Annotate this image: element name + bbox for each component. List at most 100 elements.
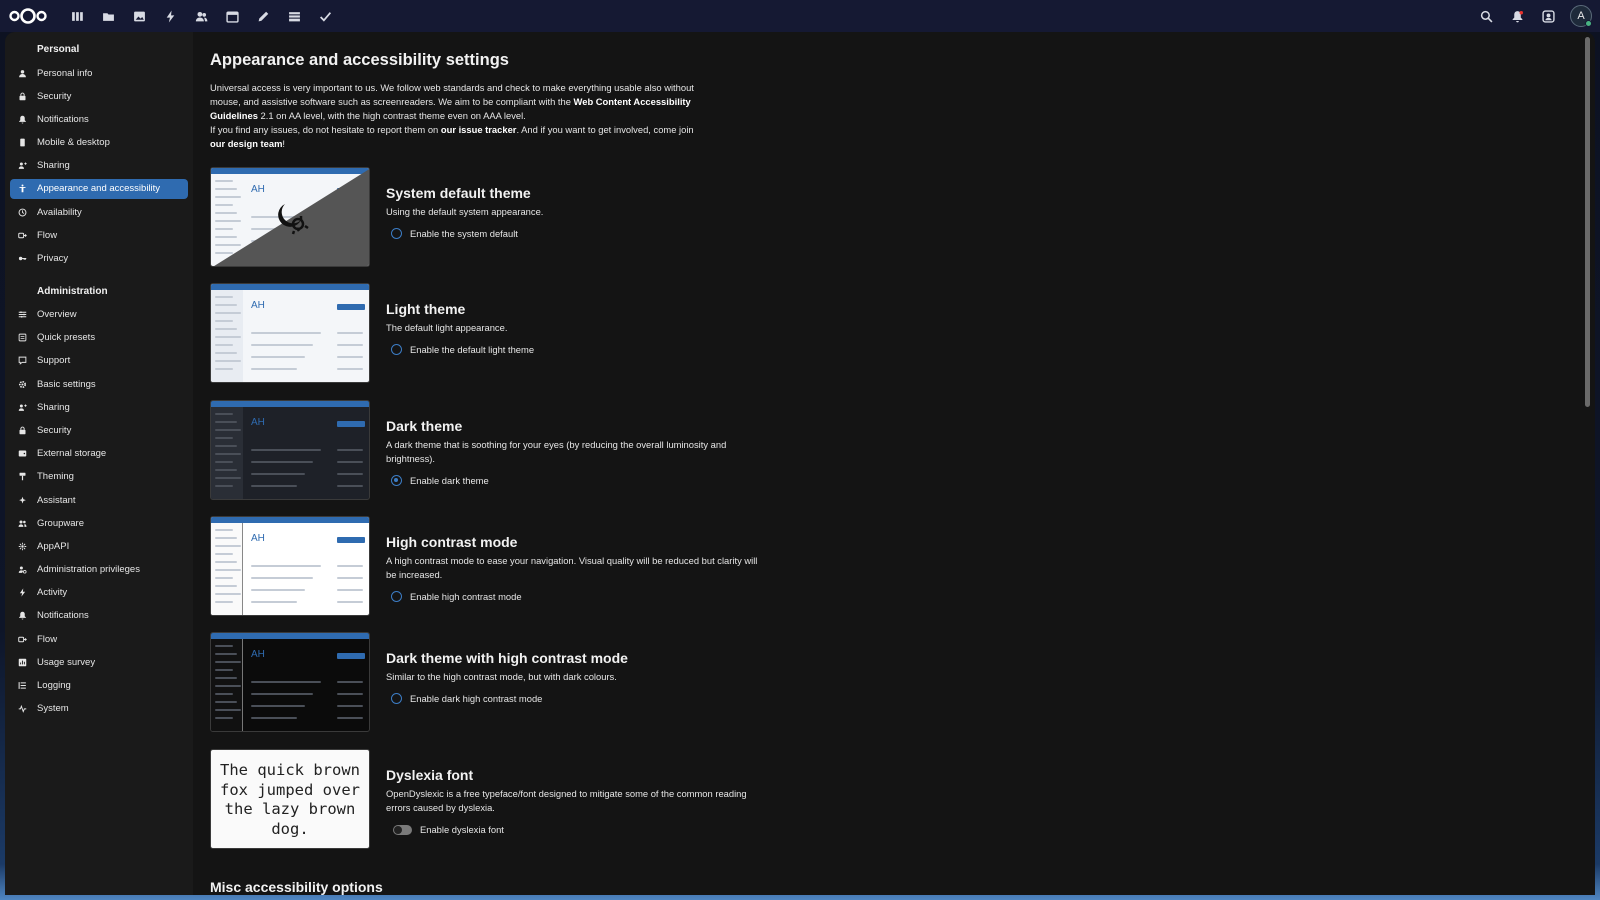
theme-preview-light-theme[interactable]: AH (210, 283, 370, 383)
sidebar-item-usage-survey[interactable]: Usage survey (10, 652, 188, 672)
sidebar-item-privacy[interactable]: Privacy (10, 249, 188, 269)
sidebar-item-basic-settings[interactable]: Basic settings (10, 374, 188, 394)
photos-icon[interactable] (124, 0, 155, 32)
main-panel: Personal Personal info Security Notificati… (5, 32, 1595, 895)
theme-radio-system-default-theme[interactable] (391, 228, 402, 239)
activity-icon[interactable] (155, 0, 186, 32)
api-icon (14, 538, 30, 554)
settings-content: Appearance and accessibility settings Un… (210, 32, 1580, 895)
admin-icon (14, 562, 30, 578)
theme-radio-row[interactable]: Enable the default light theme (391, 344, 766, 355)
sidebar-item-administration-privileges[interactable]: Administration privileges (10, 560, 188, 580)
sidebar-item-overview[interactable]: Overview (10, 305, 188, 325)
sidebar-item-label: System (37, 703, 69, 715)
notes-icon[interactable] (248, 0, 279, 32)
theme-radio-dark-theme[interactable] (391, 475, 402, 486)
sidebar-item-availability[interactable]: Availability (10, 202, 188, 222)
theme-description: Using the default system appearance. (386, 206, 544, 217)
theme-radio-dark-theme-with-high-contrast-mode[interactable] (391, 693, 402, 704)
deck-icon[interactable] (279, 0, 310, 32)
sidebar-item-label: Usage survey (37, 656, 96, 668)
misc-accessibility-title: Misc accessibility options (210, 879, 383, 895)
theme-preview-high-contrast-mode[interactable]: AH (210, 516, 370, 616)
page-title: Appearance and accessibility settings (210, 51, 509, 69)
intro-text-part: ! (282, 138, 286, 149)
sidebar-item-label: Assistant (37, 494, 76, 506)
sidebar-item-theming[interactable]: Theming (10, 467, 188, 487)
bell-icon (14, 608, 30, 624)
intro-text-part: If you find any issues, do not hesitate … (210, 124, 441, 135)
calendar-icon[interactable] (217, 0, 248, 32)
sidebar-item-external-storage[interactable]: External storage (10, 444, 188, 464)
sidebar-item-flow[interactable]: Flow (10, 629, 188, 649)
sidebar-item-label: Sharing (37, 401, 70, 413)
sidebar-item-label: Administration privileges (37, 564, 140, 576)
theme-radio-row[interactable]: Enable dark theme (391, 475, 766, 486)
sidebar-item-security[interactable]: Security (10, 420, 188, 440)
admin-nav-list: Overview Quick presets Support Basic settin… (10, 305, 188, 719)
avatar[interactable]: A (1570, 5, 1592, 27)
issue-tracker-link[interactable]: our issue tracker (441, 124, 517, 135)
clock-icon (14, 204, 30, 220)
theme-title: Dark theme (386, 418, 463, 434)
design-team-link[interactable]: our design team (210, 138, 282, 149)
theme-radio-row[interactable]: Enable the system default (391, 228, 766, 239)
user-icon (14, 65, 30, 81)
theme-radio-row[interactable]: Enable dark high contrast mode (391, 693, 766, 704)
sidebar-item-quick-presets[interactable]: Quick presets (10, 328, 188, 348)
sidebar-item-notifications[interactable]: Notifications (10, 109, 188, 129)
dyslexia-font-preview: The quick brown fox jumped over the lazy… (210, 749, 370, 849)
theme-preview-avatar-text: AH (251, 184, 265, 195)
sidebar-item-label: Activity (37, 587, 68, 599)
theme-radio-label: Enable the default light theme (410, 344, 535, 355)
tasks-icon[interactable] (310, 0, 341, 32)
flow-icon (14, 631, 30, 647)
sidebar-item-assistant[interactable]: Assistant (10, 490, 188, 510)
sidebar-item-label: AppAPI (37, 540, 70, 552)
personal-nav-list: Personal info Security Notifications Mobile… (10, 63, 188, 269)
sidebar-item-label: Personal info (37, 67, 93, 79)
phone-icon (14, 135, 30, 151)
theme-option-dark-theme-with-high-contrast-mode: AH Dark theme with high contrast mode Simi… (210, 632, 970, 732)
sidebar-item-label: Security (37, 90, 72, 102)
lock-icon (14, 422, 30, 438)
sidebar-item-sharing[interactable]: Sharing (10, 397, 188, 417)
sidebar-item-activity[interactable]: Activity (10, 583, 188, 603)
key-icon (14, 251, 30, 267)
sidebar-item-label: Sharing (37, 160, 70, 172)
administration-section-title: Administration (37, 285, 108, 297)
theme-preview-system-default-theme[interactable]: AH (210, 167, 370, 267)
sidebar-item-system[interactable]: System (10, 699, 188, 719)
sidebar-item-support[interactable]: Support (10, 351, 188, 371)
sidebar-item-logging[interactable]: Logging (10, 676, 188, 696)
contacts-icon[interactable] (186, 0, 217, 32)
sidebar-item-groupware[interactable]: Groupware (10, 513, 188, 533)
theme-radio-high-contrast-mode[interactable] (391, 591, 402, 602)
sidebar-item-appapi[interactable]: AppAPI (10, 536, 188, 556)
theme-option-light-theme: AH Light theme The default light appearanc… (210, 283, 970, 383)
sidebar-item-security[interactable]: Security (10, 86, 188, 106)
dyslexia-font-toggle-row[interactable]: Enable dyslexia font (391, 824, 766, 835)
sidebar-item-personal-info[interactable]: Personal info (10, 63, 188, 83)
page-scrollbar[interactable] (1585, 37, 1590, 407)
online-status-dot (1585, 20, 1592, 27)
search-icon[interactable] (1471, 0, 1502, 32)
sidebar-item-sharing[interactable]: Sharing (10, 156, 188, 176)
sidebar-item-mobile-desktop[interactable]: Mobile & desktop (10, 133, 188, 153)
notifications-icon[interactable] (1502, 0, 1533, 32)
theme-radio-row[interactable]: Enable high contrast mode (391, 591, 766, 602)
gear-icon (14, 376, 30, 392)
avatar-initial: A (1577, 10, 1585, 22)
theme-radio-light-theme[interactable] (391, 344, 402, 355)
theme-preview-dark-theme[interactable]: AH (210, 400, 370, 500)
sidebar-item-appearance-and-accessibility[interactable]: Appearance and accessibility (10, 178, 188, 199)
dashboard-icon[interactable] (62, 0, 93, 32)
contacts-menu-icon[interactable] (1533, 0, 1564, 32)
files-icon[interactable] (93, 0, 124, 32)
dyslexia-font-toggle[interactable] (393, 824, 412, 835)
theme-preview-dark-theme-with-high-contrast-mode[interactable]: AH (210, 632, 370, 732)
sidebar-item-notifications[interactable]: Notifications (10, 606, 188, 626)
sidebar-item-flow[interactable]: Flow (10, 225, 188, 245)
sidebar-item-label: Flow (37, 229, 58, 241)
nextcloud-logo-icon[interactable] (8, 6, 48, 26)
